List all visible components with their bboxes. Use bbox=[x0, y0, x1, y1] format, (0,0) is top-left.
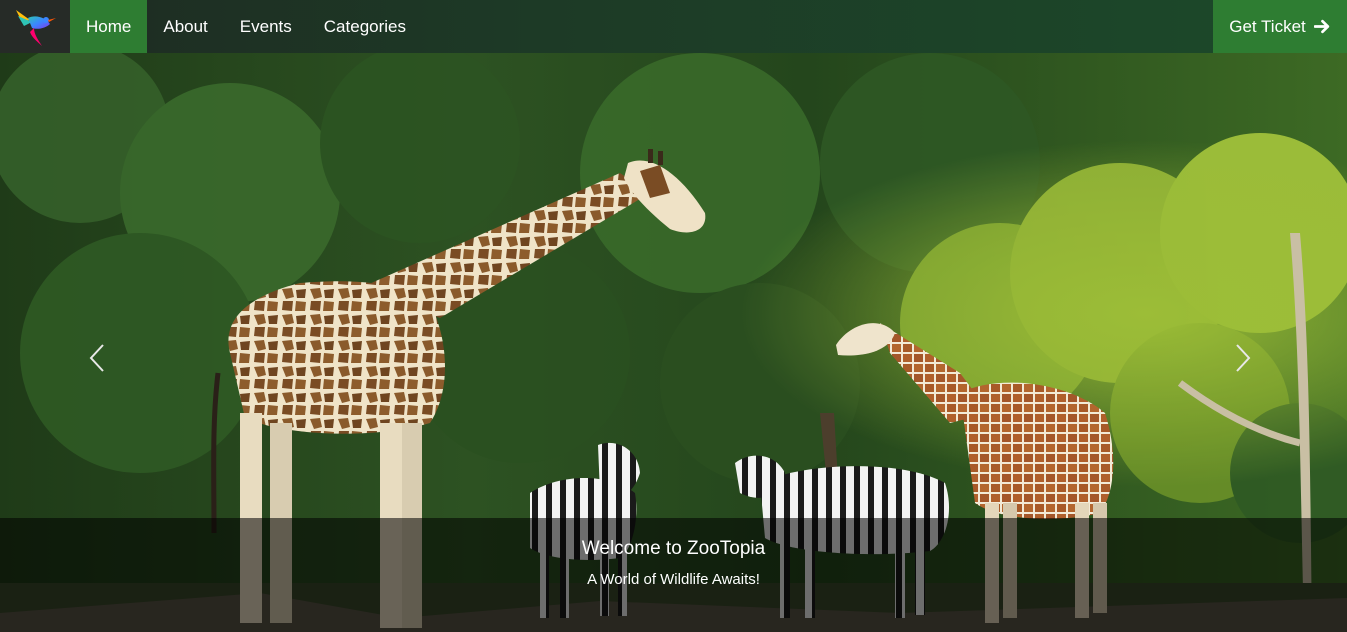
nav-link-categories[interactable]: Categories bbox=[308, 0, 422, 53]
nav-link-label: Categories bbox=[323, 16, 406, 36]
nav-link-label: Events bbox=[239, 16, 292, 36]
carousel-next-button[interactable] bbox=[1228, 338, 1258, 378]
hummingbird-logo-icon bbox=[16, 9, 56, 46]
nav-link-about[interactable]: About bbox=[147, 0, 223, 53]
chevron-right-icon bbox=[1236, 344, 1251, 372]
chevron-left-icon bbox=[89, 344, 104, 372]
hero-carousel: Welcome to ZooTopia A World of Wildlife … bbox=[0, 53, 1347, 632]
nav-link-label: Home bbox=[86, 16, 132, 36]
nav-link-home[interactable]: Home bbox=[70, 0, 148, 53]
logo[interactable] bbox=[0, 0, 70, 53]
hero-subtitle: A World of Wildlife Awaits! bbox=[587, 571, 760, 588]
carousel-prev-button[interactable] bbox=[82, 338, 112, 378]
arrow-right-icon bbox=[1313, 19, 1329, 34]
get-ticket-button[interactable]: Get Ticket bbox=[1213, 0, 1347, 53]
hero-title: Welcome to ZooTopia bbox=[581, 538, 766, 559]
nav-link-events[interactable]: Events bbox=[224, 0, 308, 53]
top-navbar: Home About Events Categories Get Ticket bbox=[0, 0, 1347, 53]
nav-link-label: About bbox=[163, 16, 208, 36]
get-ticket-label: Get Ticket bbox=[1229, 16, 1306, 36]
